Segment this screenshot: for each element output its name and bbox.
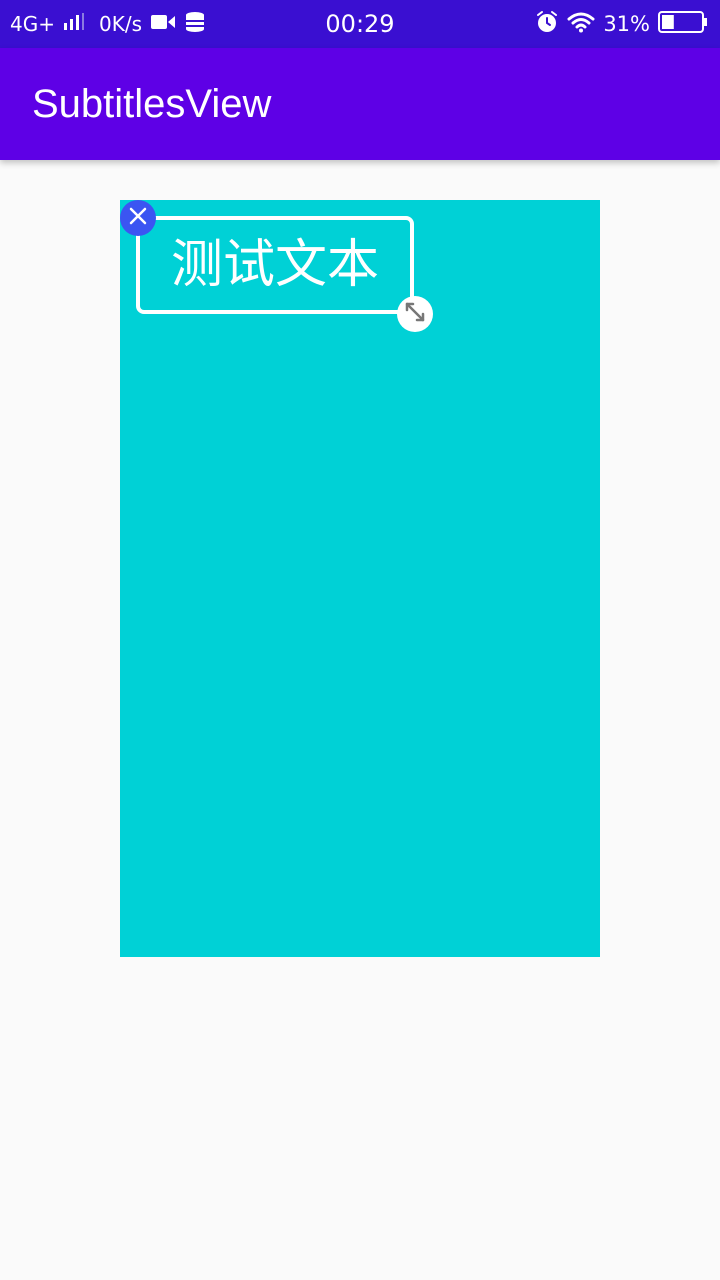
resize-handle[interactable]: [397, 296, 433, 332]
alarm-icon: [535, 10, 559, 39]
app-title: SubtitlesView: [32, 82, 272, 126]
resize-icon: [403, 300, 427, 328]
close-icon: [128, 206, 148, 230]
battery-icon: [658, 10, 708, 39]
battery-percent: 31%: [603, 12, 650, 36]
subtitle-text: 测试文本: [170, 235, 379, 295]
subtitle-box[interactable]: 测试文本: [136, 216, 414, 314]
app-bar: SubtitlesView: [0, 48, 720, 160]
status-right: 31%: [535, 0, 708, 48]
delete-handle[interactable]: [120, 200, 156, 236]
video-canvas[interactable]: 测试文本: [120, 200, 600, 957]
wifi-icon: [567, 11, 595, 38]
status-bar: 4G+ 0K/s 00:29 31%: [0, 0, 720, 48]
